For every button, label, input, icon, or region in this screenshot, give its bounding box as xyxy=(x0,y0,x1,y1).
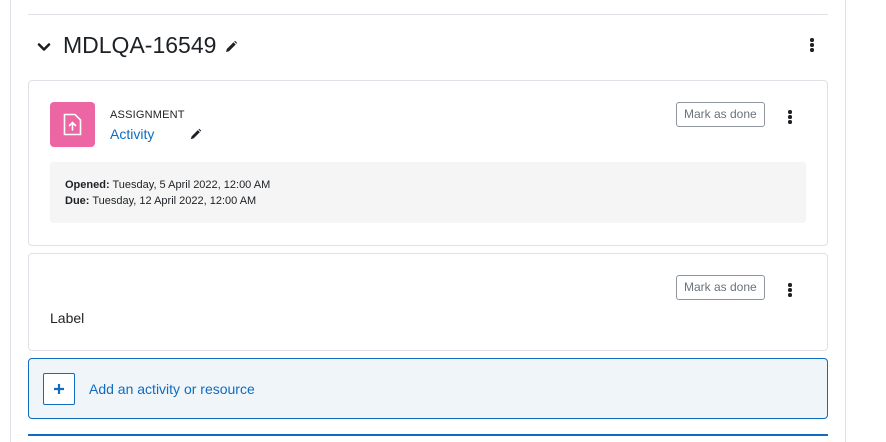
opened-date: Opened: Tuesday, 5 April 2022, 12:00 AM xyxy=(65,179,271,191)
section-header: MDLQA-16549 xyxy=(28,30,828,66)
label-activity-card: Mark as done Label xyxy=(28,253,828,351)
activity-menu-kebab-icon[interactable] xyxy=(788,110,792,124)
pencil-icon[interactable] xyxy=(224,40,238,54)
mark-as-done-button[interactable]: Mark as done xyxy=(676,102,765,127)
chevron-down-icon[interactable] xyxy=(37,40,51,54)
assignment-upload-icon xyxy=(50,102,95,147)
add-activity-label: Add an activity or resource xyxy=(89,381,255,397)
section-menu-kebab-icon[interactable] xyxy=(810,38,814,52)
pencil-icon[interactable] xyxy=(189,128,202,141)
next-add-activity-border xyxy=(28,434,828,436)
activity-type-label: ASSIGNMENT xyxy=(110,109,185,121)
due-date: Due: Tuesday, 12 April 2022, 12:00 AM xyxy=(65,195,257,207)
mark-as-done-button[interactable]: Mark as done xyxy=(676,275,765,300)
activity-menu-kebab-icon[interactable] xyxy=(788,283,792,297)
assignment-activity-card: ASSIGNMENT Activity Mark as done Opened:… xyxy=(28,80,828,246)
section-title: MDLQA-16549 xyxy=(63,32,217,58)
activity-dates: Opened: Tuesday, 5 April 2022, 12:00 AM … xyxy=(50,162,806,223)
section-divider xyxy=(28,14,828,15)
plus-icon[interactable] xyxy=(43,373,75,405)
activity-link[interactable]: Activity xyxy=(110,126,154,142)
label-text: Label xyxy=(50,310,85,326)
add-activity-button[interactable]: Add an activity or resource xyxy=(28,358,828,419)
